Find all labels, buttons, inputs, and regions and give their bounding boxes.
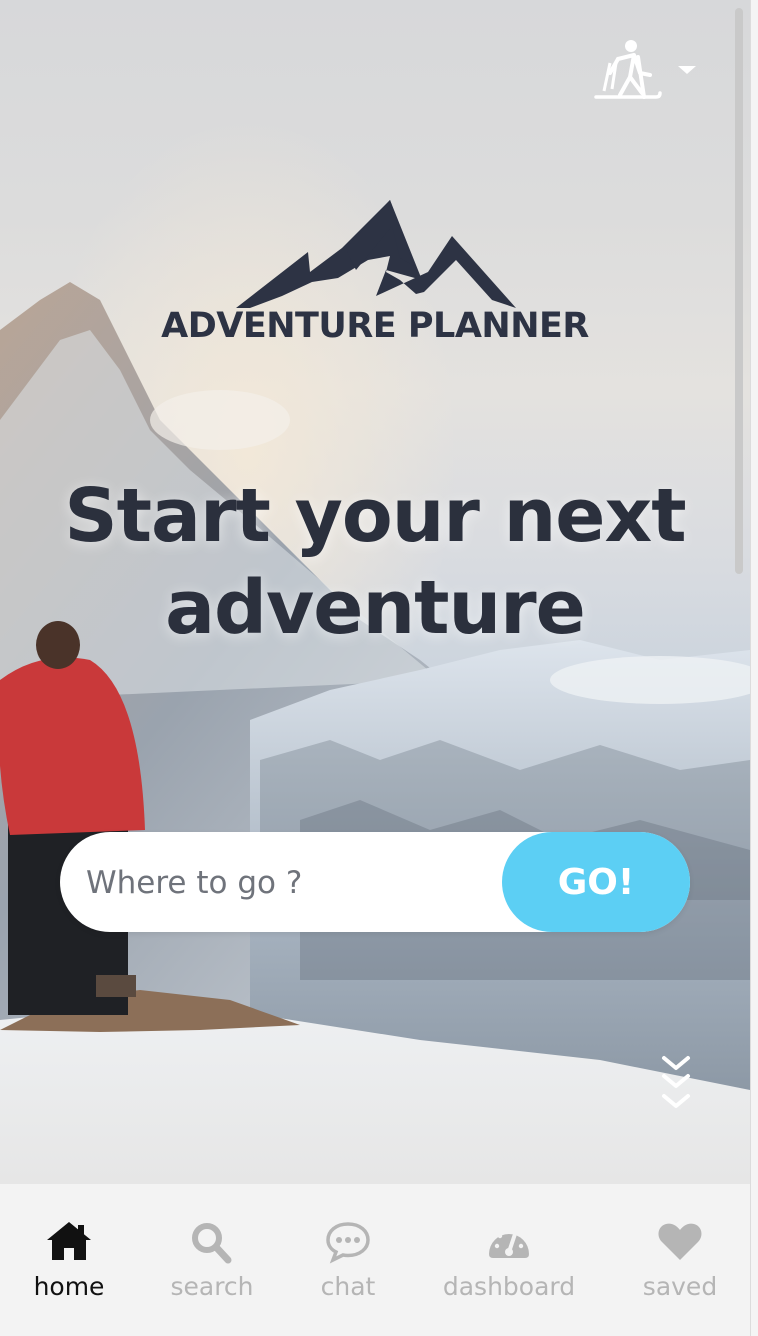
nav-label-chat: chat xyxy=(320,1272,376,1301)
scroll-down-button[interactable] xyxy=(660,1054,692,1116)
home-icon xyxy=(45,1220,93,1264)
hero-section: ADVENTURE PLANNER Start your next advent… xyxy=(0,0,750,1184)
app-screen: ADVENTURE PLANNER Start your next advent… xyxy=(0,0,750,1336)
window-right-edge xyxy=(750,0,758,1336)
nav-item-dashboard[interactable]: dashboard xyxy=(436,1184,582,1336)
page-scrollbar[interactable] xyxy=(735,8,743,574)
destination-search-bar: GO! xyxy=(60,832,690,934)
chat-icon xyxy=(324,1220,372,1264)
brand-logo: ADVENTURE PLANNER xyxy=(160,196,590,356)
mountains-logo-icon xyxy=(236,200,516,308)
hiker-icon xyxy=(594,39,662,105)
brand-name: ADVENTURE PLANNER xyxy=(161,306,589,346)
hero-headline: Start your next adventure xyxy=(40,470,710,654)
headline-line-1: Start your next xyxy=(64,473,686,559)
nav-label-search: search xyxy=(170,1272,254,1301)
destination-search-input[interactable] xyxy=(84,832,498,934)
go-button[interactable]: GO! xyxy=(502,832,690,932)
heart-icon xyxy=(656,1220,704,1264)
nav-label-home: home xyxy=(33,1272,105,1301)
bottom-navigation: home search chat dashboard saved xyxy=(0,1184,750,1336)
search-icon xyxy=(188,1220,236,1264)
caret-down-icon xyxy=(678,66,696,74)
nav-item-chat[interactable]: chat xyxy=(302,1184,394,1336)
chevrons-down-icon xyxy=(662,1056,690,1108)
user-menu[interactable] xyxy=(594,40,704,104)
nav-item-search[interactable]: search xyxy=(162,1184,262,1336)
headline-line-2: adventure xyxy=(165,565,586,651)
nav-item-home[interactable]: home xyxy=(18,1184,120,1336)
dashboard-icon xyxy=(485,1220,533,1264)
nav-label-dashboard: dashboard xyxy=(442,1272,576,1301)
nav-label-saved: saved xyxy=(642,1272,718,1301)
nav-item-saved[interactable]: saved xyxy=(630,1184,730,1336)
